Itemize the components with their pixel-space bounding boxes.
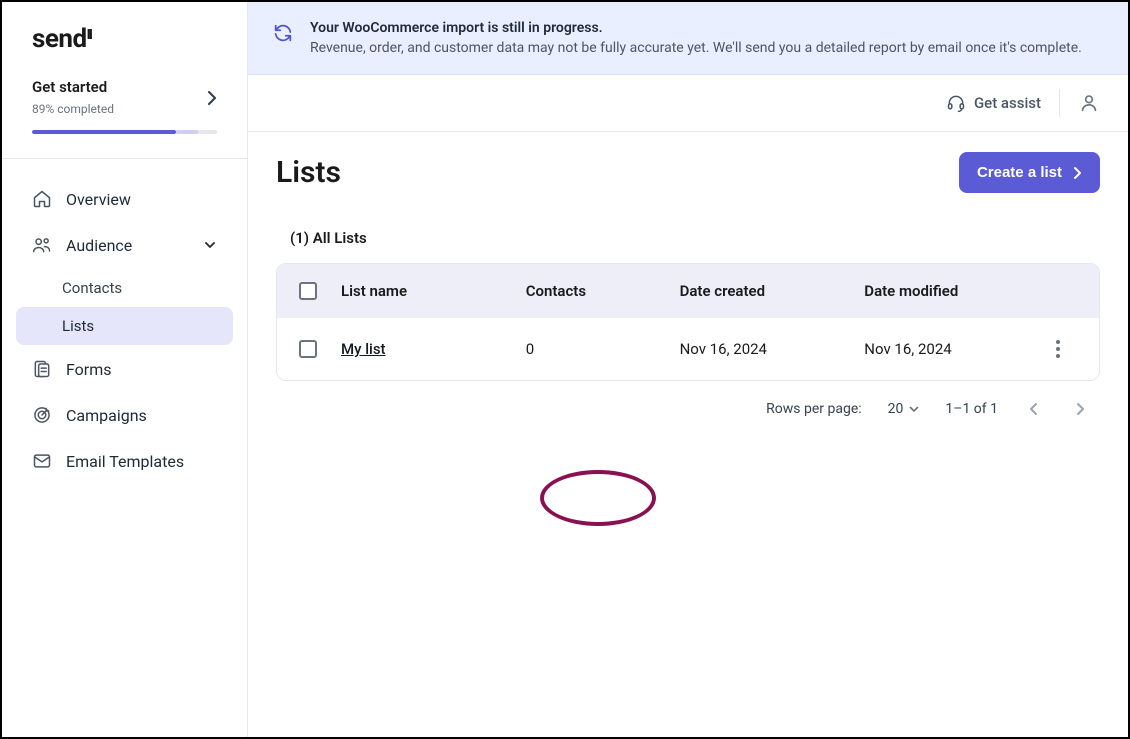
banner-title: Your WooCommerce import is still in prog…: [310, 20, 1082, 36]
create-list-label: Create a list: [977, 164, 1062, 181]
onboarding-card[interactable]: Get started 89% completed: [2, 64, 247, 154]
sidebar-nav: Overview Audience Contacts Lists Form: [2, 158, 247, 493]
row-created: Nov 16, 2024: [670, 318, 855, 380]
nav-email-templates[interactable]: Email Templates: [16, 439, 233, 483]
page-content: Lists Create a list (1) All Lists List n…: [248, 132, 1128, 737]
rows-per-page-value: 20: [888, 401, 904, 417]
lists-table: List name Contacts Date created Date mod…: [276, 263, 1100, 381]
nav-forms-label: Forms: [66, 360, 217, 379]
nav-contacts[interactable]: Contacts: [16, 269, 233, 307]
brand-accent: II: [87, 27, 91, 43]
row-checkbox[interactable]: [299, 340, 317, 358]
col-created: Date created: [670, 264, 855, 318]
onboarding-progress-bar: [32, 130, 217, 134]
row-select-cell: [277, 318, 331, 380]
app-frame: sendII Get started 89% completed Overvie…: [0, 0, 1130, 739]
nav-lists[interactable]: Lists: [16, 307, 233, 345]
onboarding-progress-label: 89% completed: [32, 102, 217, 116]
caret-down-icon: [909, 404, 919, 414]
chevron-right-icon: [1072, 166, 1082, 180]
nav-forms[interactable]: Forms: [16, 347, 233, 391]
brand-logo: sendII: [2, 2, 247, 64]
rows-per-page-label: Rows per page:: [766, 401, 861, 417]
users-icon: [32, 235, 52, 255]
row-actions-menu[interactable]: [1049, 340, 1067, 358]
next-page-button[interactable]: [1070, 397, 1090, 421]
row-name-cell: My list: [331, 318, 516, 380]
create-list-button[interactable]: Create a list: [959, 152, 1100, 193]
nav-overview-label: Overview: [66, 190, 217, 209]
page-header: Lists Create a list: [276, 152, 1100, 193]
nav-campaigns-label: Campaigns: [66, 406, 217, 425]
col-actions: [1039, 273, 1099, 309]
mail-icon: [32, 451, 52, 471]
get-assist-button[interactable]: Get assist: [946, 93, 1041, 113]
sidebar: sendII Get started 89% completed Overvie…: [2, 2, 248, 737]
assist-label: Get assist: [974, 94, 1041, 112]
main-area: Your WooCommerce import is still in prog…: [248, 2, 1128, 737]
brand-name: send: [32, 24, 87, 54]
row-contacts: 0: [516, 318, 670, 380]
page-title: Lists: [276, 155, 341, 190]
headset-icon: [946, 93, 966, 113]
nav-overview[interactable]: Overview: [16, 177, 233, 221]
col-name: List name: [331, 264, 516, 318]
nav-campaigns[interactable]: Campaigns: [16, 393, 233, 437]
home-icon: [32, 189, 52, 209]
nav-templates-label: Email Templates: [66, 452, 217, 471]
refresh-icon: [272, 22, 294, 44]
pagination: Rows per page: 20 1–1 of 1: [276, 381, 1100, 421]
annotation-circle: [540, 470, 656, 526]
banner-text: Revenue, order, and customer data may no…: [310, 40, 1082, 56]
list-count-summary: (1) All Lists: [290, 229, 1100, 247]
prev-page-button[interactable]: [1024, 397, 1044, 421]
topbar-divider: [1059, 89, 1060, 117]
nav-audience[interactable]: Audience: [16, 223, 233, 267]
select-all-checkbox[interactable]: [299, 282, 317, 300]
chevron-up-icon: [203, 238, 217, 252]
pagination-range: 1–1 of 1: [945, 401, 998, 417]
col-contacts: Contacts: [516, 264, 670, 318]
row-actions-cell: [1039, 318, 1099, 380]
chevron-right-icon: [207, 90, 217, 106]
col-modified: Date modified: [854, 264, 1039, 318]
nav-audience-label: Audience: [66, 236, 189, 255]
table-header-row: List name Contacts Date created Date mod…: [277, 264, 1099, 318]
topbar: Get assist: [248, 75, 1128, 132]
list-link[interactable]: My list: [341, 340, 386, 358]
import-banner: Your WooCommerce import is still in prog…: [248, 2, 1128, 75]
select-all-cell: [277, 264, 331, 318]
forms-icon: [32, 359, 52, 379]
account-button[interactable]: [1078, 92, 1100, 114]
onboarding-title: Get started: [32, 78, 217, 96]
target-icon: [32, 405, 52, 425]
table-row: My list 0 Nov 16, 2024 Nov 16, 2024: [277, 318, 1099, 380]
rows-per-page-select[interactable]: 20: [888, 401, 920, 417]
row-modified: Nov 16, 2024: [854, 318, 1039, 380]
nav-audience-submenu: Contacts Lists: [16, 269, 233, 345]
